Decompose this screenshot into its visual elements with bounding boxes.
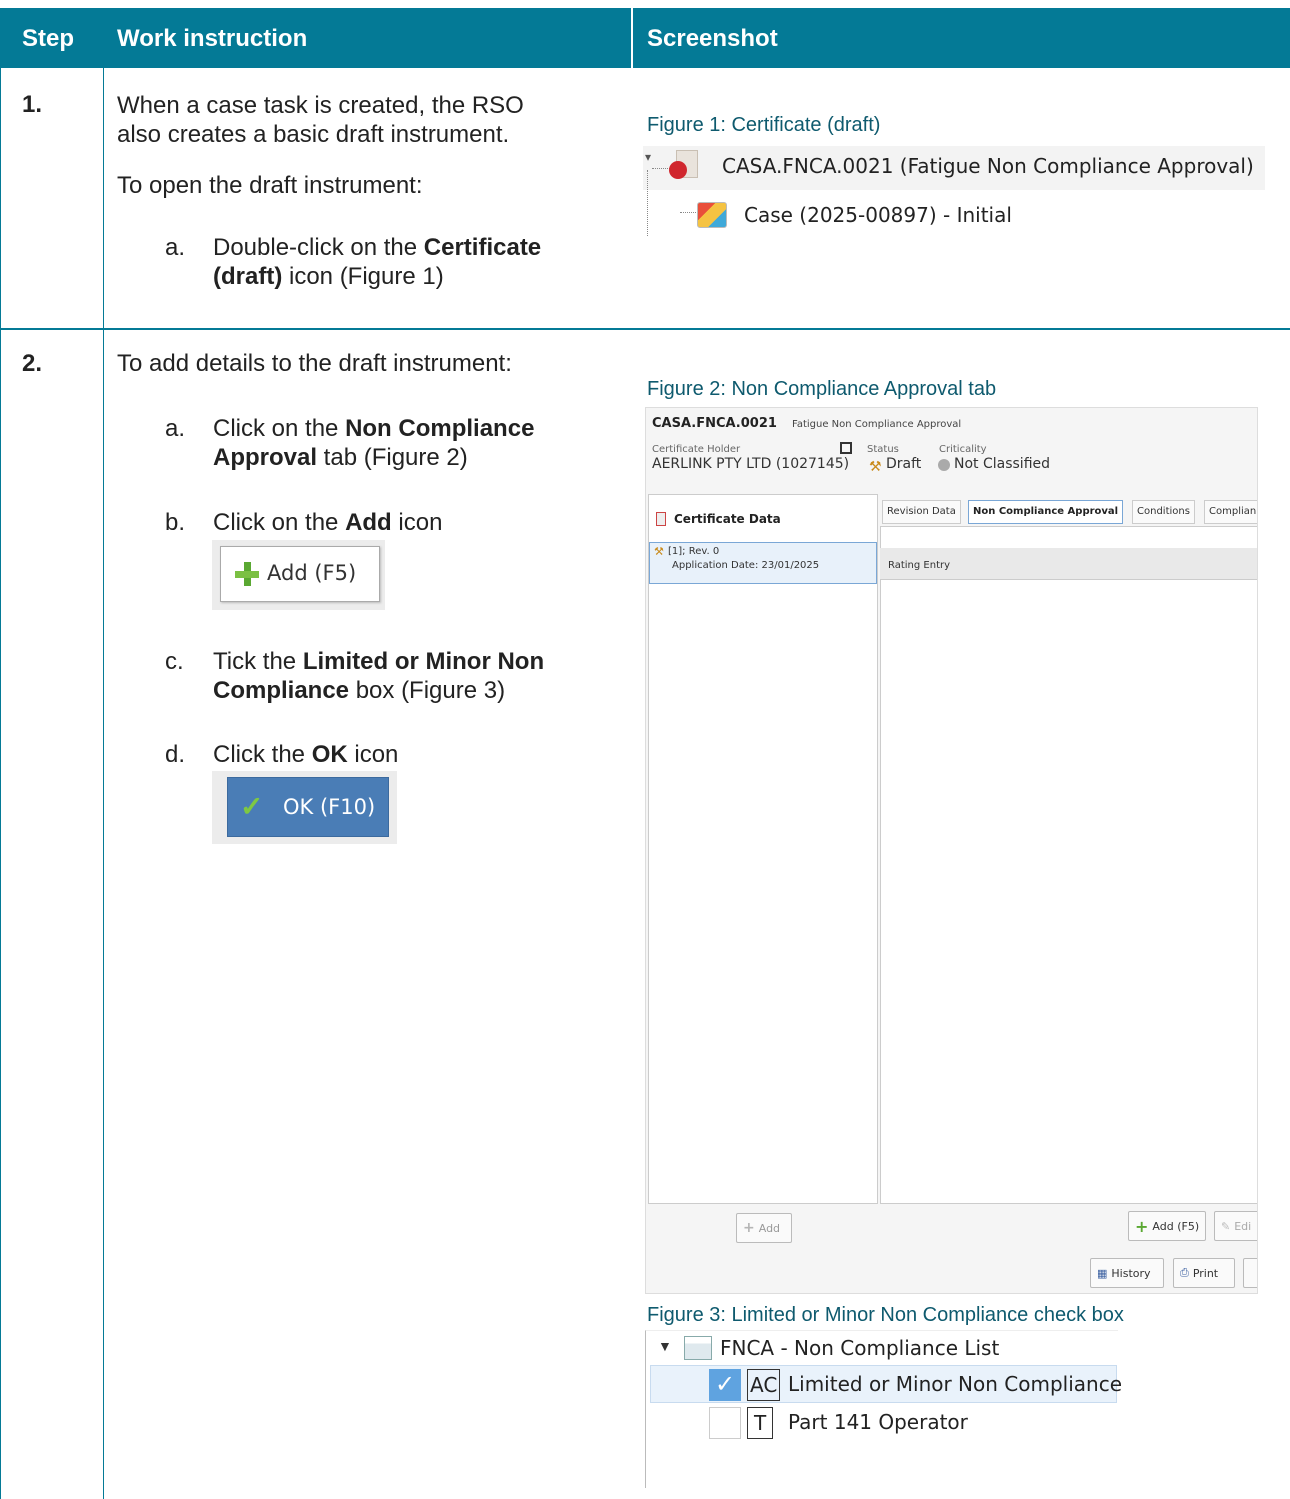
add-f5-button-image[interactable]: Add (F5) (220, 546, 380, 602)
tab-revision-data[interactable]: Revision Data (882, 500, 961, 524)
step-2-d-line: Click the OK icon (213, 741, 399, 768)
step-1-a-line-2: (draft) icon (Figure 1) (213, 263, 444, 290)
step-2-number: 2. (22, 350, 43, 377)
plus-icon: + (1135, 1216, 1149, 1236)
left-add-label: Add (758, 1221, 781, 1235)
figure-1-caption: Figure 1: Certificate (draft) (647, 114, 881, 136)
left-add-button[interactable]: + Add (736, 1213, 792, 1243)
certificate-data-icon (656, 512, 666, 526)
grid-add-label: Add (F5) (1152, 1219, 1200, 1233)
checkbox-checked[interactable]: ✓ (709, 1369, 741, 1401)
step-2-intro: To add details to the draft instrument: (117, 350, 512, 377)
figure-2-caption: Figure 2: Non Compliance Approval tab (647, 378, 997, 400)
grid-header-rating-entry: Rating Entry (888, 560, 951, 571)
step-1-line-1: When a case task is created, the RSO (117, 92, 524, 119)
print-icon: ⎙ (1180, 1266, 1189, 1279)
figure-3-caption: Figure 3: Limited or Minor Non Complianc… (647, 1304, 1124, 1326)
status-value: Draft (886, 456, 922, 472)
certificate-id: CASA.FNCA.0021 (652, 416, 777, 431)
step-1-a-letter: a. (165, 234, 186, 261)
tab-non-compliance-approval[interactable]: Non Compliance Approval (968, 500, 1124, 524)
holder-value: AERLINK PTY LTD (1027145) (652, 456, 850, 472)
step-2-d-letter: d. (165, 741, 186, 768)
left-panel (648, 494, 878, 1204)
tree-expand-icon[interactable]: ▾ (645, 150, 651, 164)
criticality-value: Not Classified (954, 456, 1051, 472)
tab-conditions[interactable]: Conditions (1132, 500, 1195, 524)
certificate-draft-icon[interactable] (669, 150, 698, 179)
tree-item-case[interactable]: Case (2025-00897) - Initial (744, 203, 1012, 227)
tree-connector-vertical (647, 170, 648, 236)
ok-f10-button-image[interactable]: ✓ OK (F10) (227, 777, 389, 837)
revision-line-1: [1]; Rev. 0 (668, 546, 720, 557)
table-column-divider (103, 68, 104, 1499)
certificate-type: Fatigue Non Compliance Approval (792, 419, 962, 430)
step-2-a-line-2: Approval tab (Figure 2) (213, 444, 468, 471)
step-2-c-letter: c. (165, 648, 184, 675)
item-code-ac: AC (747, 1369, 781, 1401)
history-button[interactable]: ▦ History (1090, 1258, 1164, 1288)
pencil-icon: ✎ (1221, 1219, 1231, 1233)
step-1-line-3: To open the draft instrument: (117, 172, 423, 199)
draft-wrench-icon: ⚒ (654, 546, 664, 558)
add-f5-label: Add (F5) (267, 561, 357, 585)
step-1-number: 1. (22, 91, 43, 118)
wrench-icon: ⚒ (869, 458, 882, 474)
step-2-b-letter: b. (165, 509, 186, 536)
edit-label: Edi (1234, 1219, 1252, 1233)
header-work-instruction: Work instruction (117, 25, 308, 52)
plus-icon-disabled: + (743, 1220, 755, 1236)
ok-f10-label: OK (F10) (283, 795, 376, 819)
history-icon: ▦ (1097, 1266, 1108, 1280)
edit-button[interactable]: ✎ Edi (1214, 1211, 1257, 1241)
grid-panel (880, 526, 1257, 1204)
step-2-c-line-1: Tick the Limited or Minor Non (213, 648, 545, 675)
info-icon (938, 459, 950, 471)
header-divider (631, 8, 633, 68)
print-label: Print (1192, 1266, 1219, 1280)
collapse-arrow-icon[interactable]: ▼ (658, 1338, 672, 1354)
criticality-label: Criticality (939, 444, 987, 455)
item-label-limited: Limited or Minor Non Compliance (788, 1372, 1123, 1396)
plus-icon (235, 562, 259, 586)
more-button[interactable] (1243, 1258, 1257, 1288)
header-screenshot: Screenshot (647, 25, 778, 52)
step-2-a-letter: a. (165, 415, 186, 442)
checkbox-unchecked[interactable] (709, 1407, 741, 1439)
history-label: History (1111, 1266, 1151, 1280)
list-title: FNCA - Non Compliance List (720, 1336, 1000, 1360)
holder-label: Certificate Holder (652, 444, 741, 455)
table-header: Step Work instruction Screenshot (0, 8, 1290, 68)
checkmark-icon: ✓ (240, 791, 264, 822)
step-2-a-line-1: Click on the Non Compliance (213, 415, 535, 442)
certificate-data-title: Certificate Data (674, 512, 781, 526)
step-2-c-line-2: Compliance box (Figure 3) (213, 677, 506, 704)
item-label-part141: Part 141 Operator (788, 1410, 968, 1434)
tab-compliance[interactable]: Complian (1204, 500, 1257, 524)
figure-2-screenshot: CASA.FNCA.0021 Fatigue Non Compliance Ap… (645, 407, 1258, 1294)
row-divider (0, 328, 1290, 330)
header-step: Step (22, 25, 75, 52)
status-label: Status (867, 444, 899, 455)
table-list-icon (684, 1336, 712, 1360)
print-button[interactable]: ⎙ Print (1173, 1258, 1235, 1288)
tree-item-certificate[interactable]: CASA.FNCA.0021 (Fatigue Non Compliance A… (722, 154, 1254, 178)
revision-line-2: Application Date: 23/01/2025 (672, 560, 820, 571)
step-1-line-2: also creates a basic draft instrument. (117, 121, 510, 148)
grid-add-button[interactable]: + Add (F5) (1128, 1211, 1206, 1241)
open-external-icon[interactable] (840, 442, 852, 454)
case-icon[interactable] (697, 202, 727, 228)
step-2-b-line: Click on the Add icon (213, 509, 443, 536)
step-1-a-line-1: Double-click on the Certificate (213, 234, 542, 261)
item-code-t: T (747, 1407, 774, 1439)
table-border-left (0, 68, 1, 1499)
